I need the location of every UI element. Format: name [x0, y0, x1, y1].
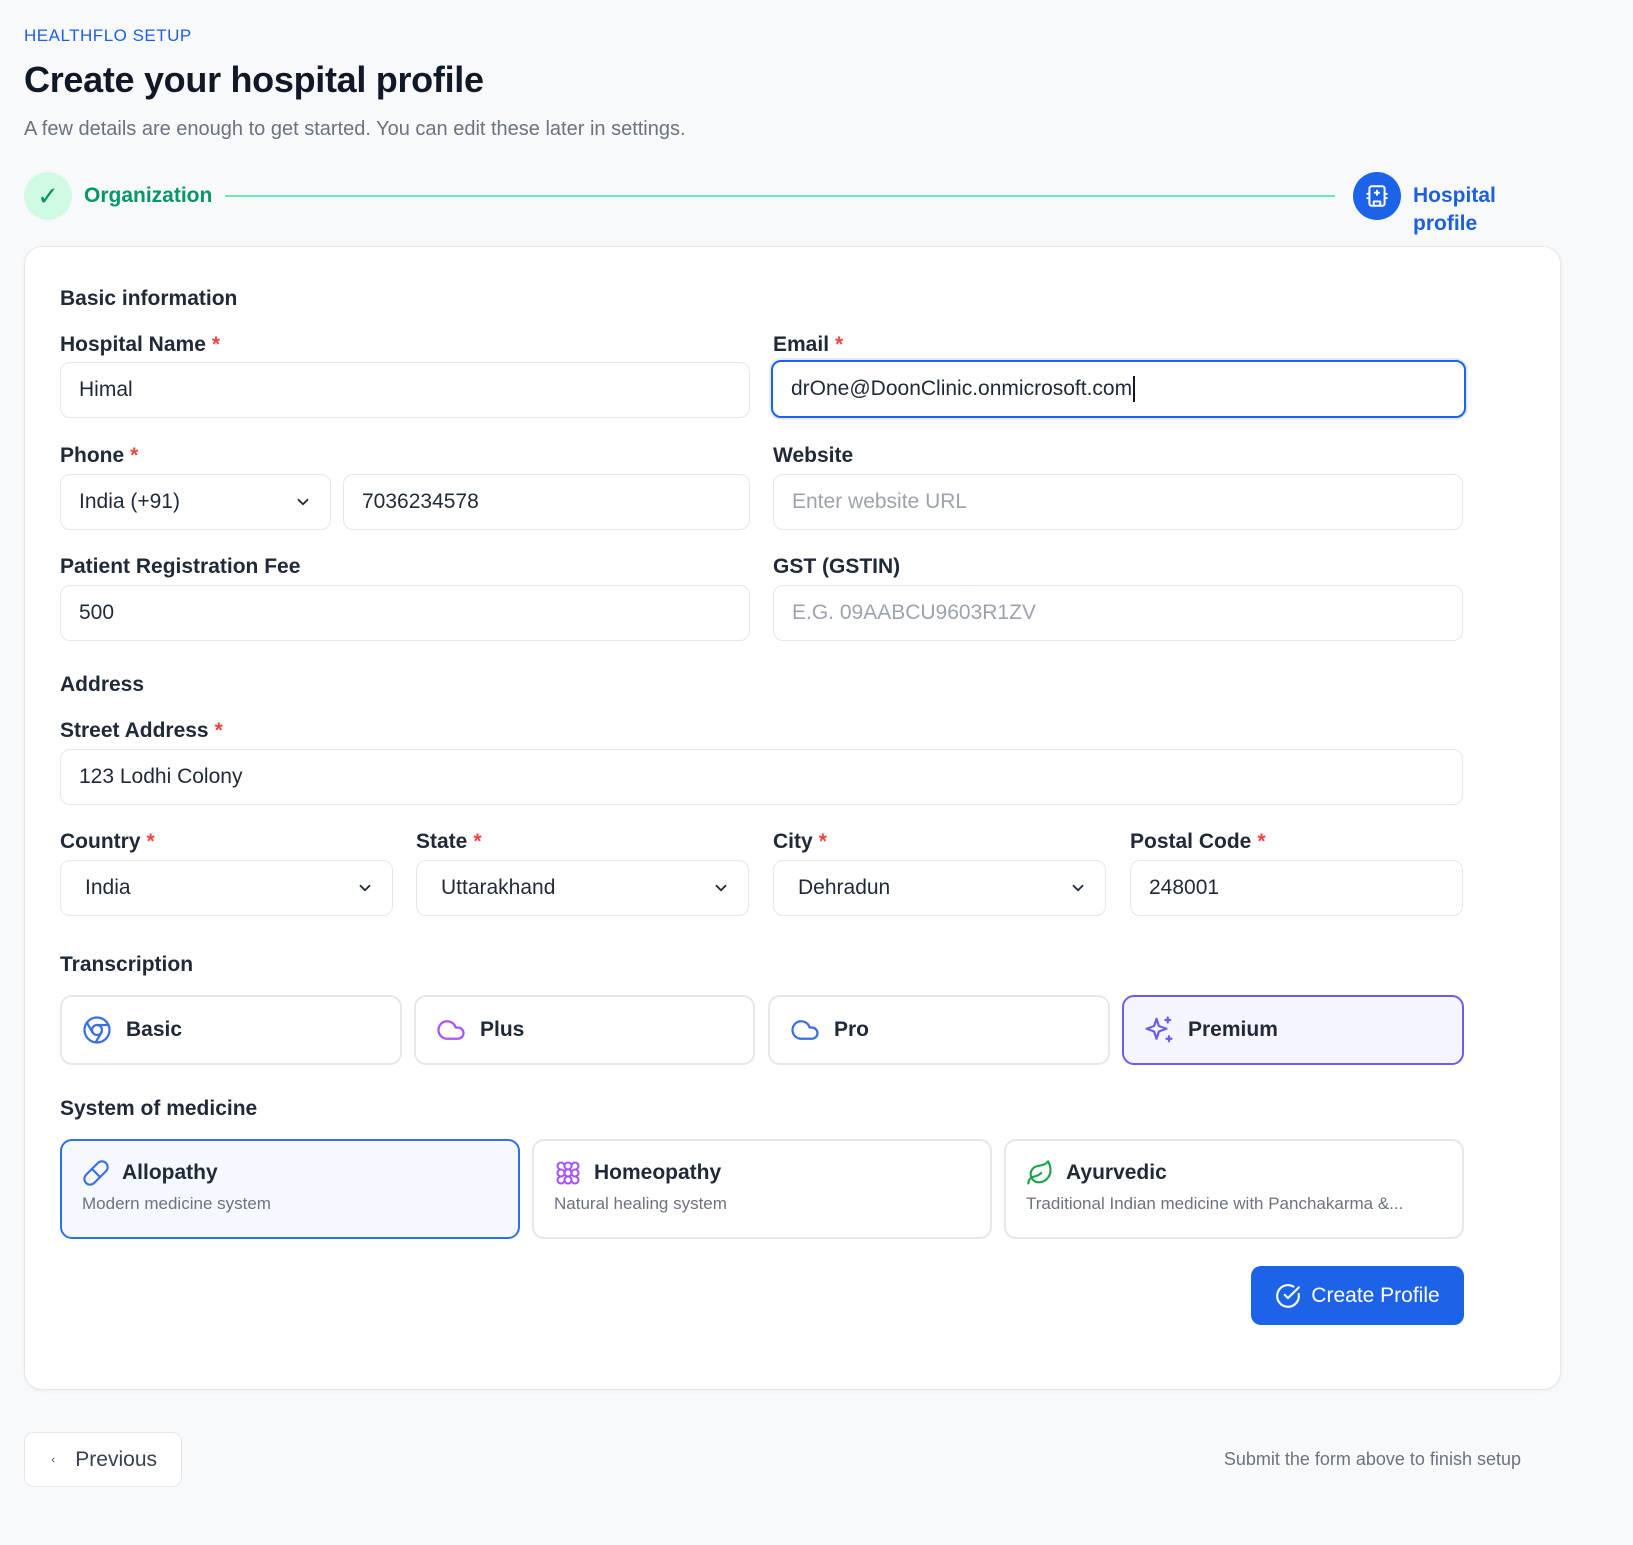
website-input[interactable]: Enter website URL — [773, 474, 1463, 530]
text-caret — [1133, 376, 1136, 402]
step-hospital-profile[interactable]: Hospital profile — [1413, 182, 1561, 238]
email-input[interactable]: drOne@DoonClinic.onmicrosoft.com — [771, 360, 1466, 418]
email-label: Email * — [773, 333, 844, 356]
section-system-of-medicine: System of medicine — [60, 1097, 258, 1120]
hospital-name-input[interactable]: Himal — [60, 362, 750, 418]
medicine-allopathy[interactable]: Allopathy Modern medicine system — [60, 1139, 520, 1239]
previous-button[interactable]: Previous — [24, 1432, 182, 1487]
phone-input[interactable]: 7036234578 — [343, 474, 750, 530]
registration-fee-label: Patient Registration Fee — [60, 555, 301, 578]
footer-note: Submit the form above to finish setup — [1223, 1449, 1521, 1469]
state-select[interactable]: Uttarakhand — [416, 860, 749, 916]
step-organization[interactable]: Organization — [84, 182, 212, 210]
phone-label: Phone * — [60, 444, 139, 467]
check-circle-icon — [1276, 1283, 1301, 1308]
medicine-label: Ayurvedic — [1066, 1161, 1167, 1184]
chevron-down-icon — [715, 884, 727, 892]
country-select[interactable]: India — [60, 860, 393, 916]
city-label: City * — [773, 830, 827, 853]
registration-fee-input[interactable]: 500 — [60, 585, 750, 641]
medicine-description: Modern medicine system — [82, 1194, 271, 1213]
website-label: Website — [773, 444, 854, 467]
page-title: Create your hospital profile — [24, 59, 484, 100]
chevron-down-icon — [297, 498, 309, 506]
create-profile-button[interactable]: Create Profile — [1251, 1266, 1464, 1325]
pill-icon — [83, 1160, 109, 1186]
page-subtitle: A few details are enough to get started.… — [24, 118, 686, 140]
medicine-ayurvedic[interactable]: Ayurvedic Traditional Indian medicine wi… — [1004, 1139, 1464, 1239]
street-address-label: Street Address * — [60, 719, 223, 742]
cloud-icon — [437, 1020, 465, 1040]
stepper: ✓ Organization Hospital profile — [24, 170, 1561, 235]
tier-plus[interactable]: Plus — [414, 995, 755, 1065]
chevron-down-icon — [359, 884, 371, 892]
sparkles-icon — [1145, 1016, 1173, 1043]
postal-code-input[interactable]: 248001 — [1130, 860, 1463, 916]
hospital-icon — [1353, 172, 1401, 220]
gst-label: GST (GSTIN) — [773, 555, 901, 578]
medicine-description: Natural healing system — [554, 1194, 727, 1213]
medicine-homeopathy[interactable]: Homeopathy Natural healing system — [532, 1139, 992, 1239]
step-connector — [225, 195, 1335, 197]
section-basic-information: Basic information — [60, 287, 238, 310]
section-address: Address — [60, 673, 145, 696]
state-label: State * — [416, 830, 482, 853]
country-label: Country * — [60, 830, 155, 853]
medicine-description: Traditional Indian medicine with Panchak… — [1026, 1194, 1404, 1213]
eyebrow: HEALTHFLO SETUP — [24, 26, 192, 45]
postal-code-label: Postal Code * — [1130, 830, 1266, 853]
tier-basic[interactable]: Basic — [60, 995, 402, 1065]
leaf-icon — [1027, 1160, 1052, 1185]
tier-pro[interactable]: Pro — [768, 995, 1110, 1065]
section-transcription: Transcription — [60, 953, 194, 976]
medicine-label: Allopathy — [122, 1161, 218, 1184]
cloud-icon — [791, 1020, 819, 1040]
gst-input[interactable]: E.G. 09AABCU9603R1ZV — [773, 585, 1463, 641]
medicine-label: Homeopathy — [594, 1161, 722, 1184]
tier-premium[interactable]: Premium — [1122, 995, 1464, 1065]
check-icon: ✓ — [24, 172, 72, 220]
street-address-input[interactable]: 123 Lodhi Colony — [60, 749, 1463, 805]
chevron-down-icon — [1072, 884, 1084, 892]
city-select[interactable]: Dehradun — [773, 860, 1106, 916]
profile-form-card: Basic information Hospital Name * Himal E… — [24, 246, 1561, 1390]
chrome-icon — [83, 1016, 111, 1044]
flower-icon — [556, 1161, 580, 1185]
country-code-select[interactable]: India (+91) — [60, 474, 331, 530]
chevron-left-icon — [51, 1457, 55, 1462]
setup-page: HEALTHFLO SETUP Create your hospital pro… — [24, 24, 1561, 1487]
hospital-name-label: Hospital Name * — [60, 333, 221, 356]
